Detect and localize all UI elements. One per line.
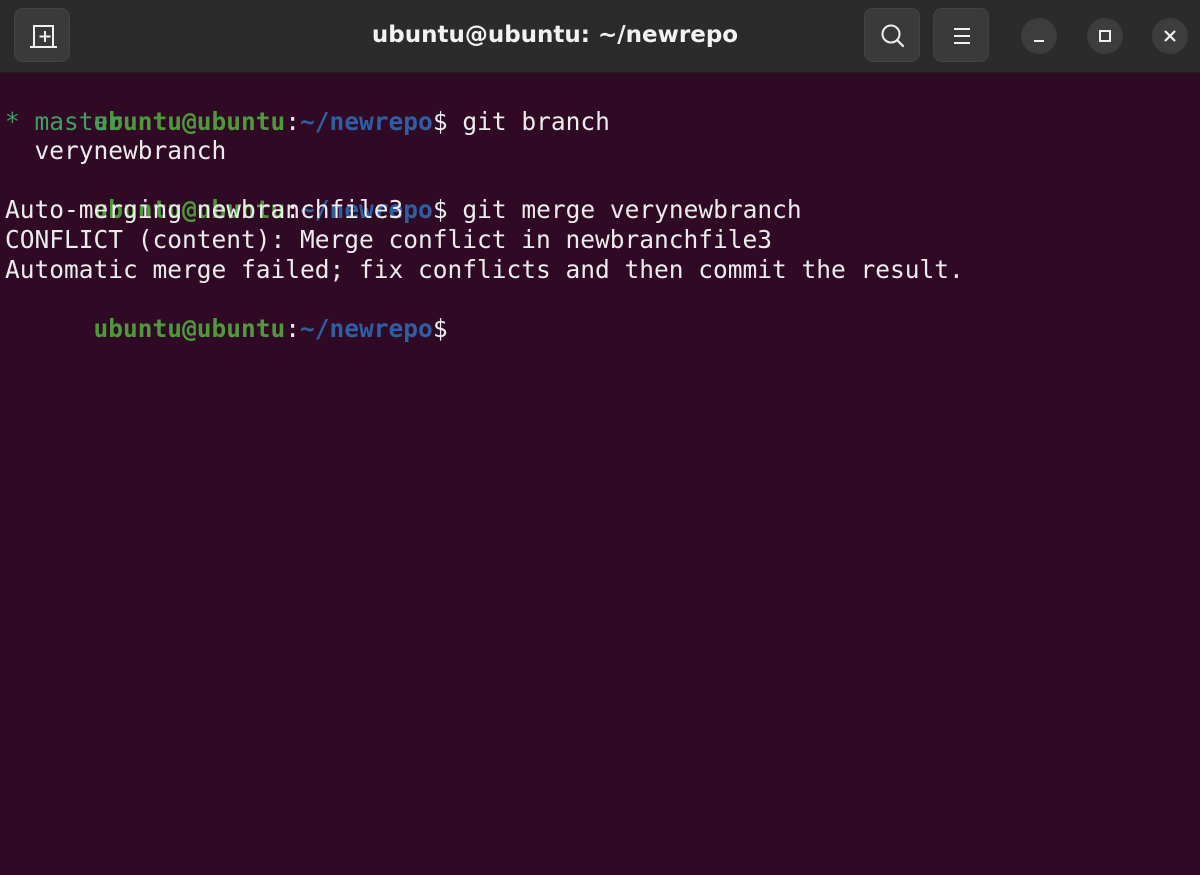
search-button[interactable] bbox=[864, 8, 920, 62]
window-title: ubuntu@ubuntu: ~/newrepo bbox=[371, 22, 739, 48]
prompt-user-host: ubuntu@ubuntu bbox=[93, 313, 286, 343]
menu-button[interactable] bbox=[933, 8, 989, 62]
close-icon bbox=[1164, 30, 1176, 42]
command-text: git merge verynewbranch bbox=[447, 195, 802, 225]
prompt-dollar: $ bbox=[432, 106, 448, 136]
terminal-line: ubuntu@ubuntu:~/newrepo$ bbox=[5, 284, 1195, 343]
new-tab-icon bbox=[30, 25, 57, 48]
terminal-line: ubuntu@ubuntu:~/newrepo$ git branch bbox=[5, 77, 1195, 136]
minimize-icon bbox=[1034, 40, 1044, 42]
command-text: git branch bbox=[447, 106, 610, 136]
minimize-button[interactable] bbox=[1021, 18, 1057, 54]
terminal-line: CONFLICT (content): Merge conflict in ne… bbox=[5, 224, 773, 254]
close-button[interactable] bbox=[1152, 18, 1188, 54]
new-tab-button[interactable] bbox=[14, 8, 70, 62]
search-icon bbox=[881, 24, 905, 48]
prompt-path: ~/newrepo bbox=[300, 106, 433, 136]
prompt-path: ~/newrepo bbox=[300, 313, 433, 343]
terminal-line: ubuntu@ubuntu:~/newrepo$ git merge veryn… bbox=[5, 166, 1195, 224]
prompt-dollar: $ bbox=[432, 195, 448, 225]
prompt-colon: : bbox=[285, 313, 301, 343]
maximize-button[interactable] bbox=[1087, 18, 1123, 54]
prompt-dollar: $ bbox=[432, 313, 448, 343]
terminal-line: Automatic merge failed; fix conflicts an… bbox=[5, 254, 964, 284]
prompt-colon: : bbox=[285, 106, 301, 136]
title-bar: ubuntu@ubuntu: ~/newrepo bbox=[0, 0, 1200, 73]
terminal-window: ubuntu@ubuntu: ~/newrepo ubuntu@ubuntu:~… bbox=[0, 0, 1200, 875]
terminal-output[interactable]: ubuntu@ubuntu:~/newrepo$ git branch * ma… bbox=[5, 77, 1195, 867]
maximize-icon bbox=[1099, 30, 1111, 42]
hamburger-menu-icon bbox=[954, 28, 970, 44]
terminal-line: verynewbranch bbox=[5, 136, 227, 166]
